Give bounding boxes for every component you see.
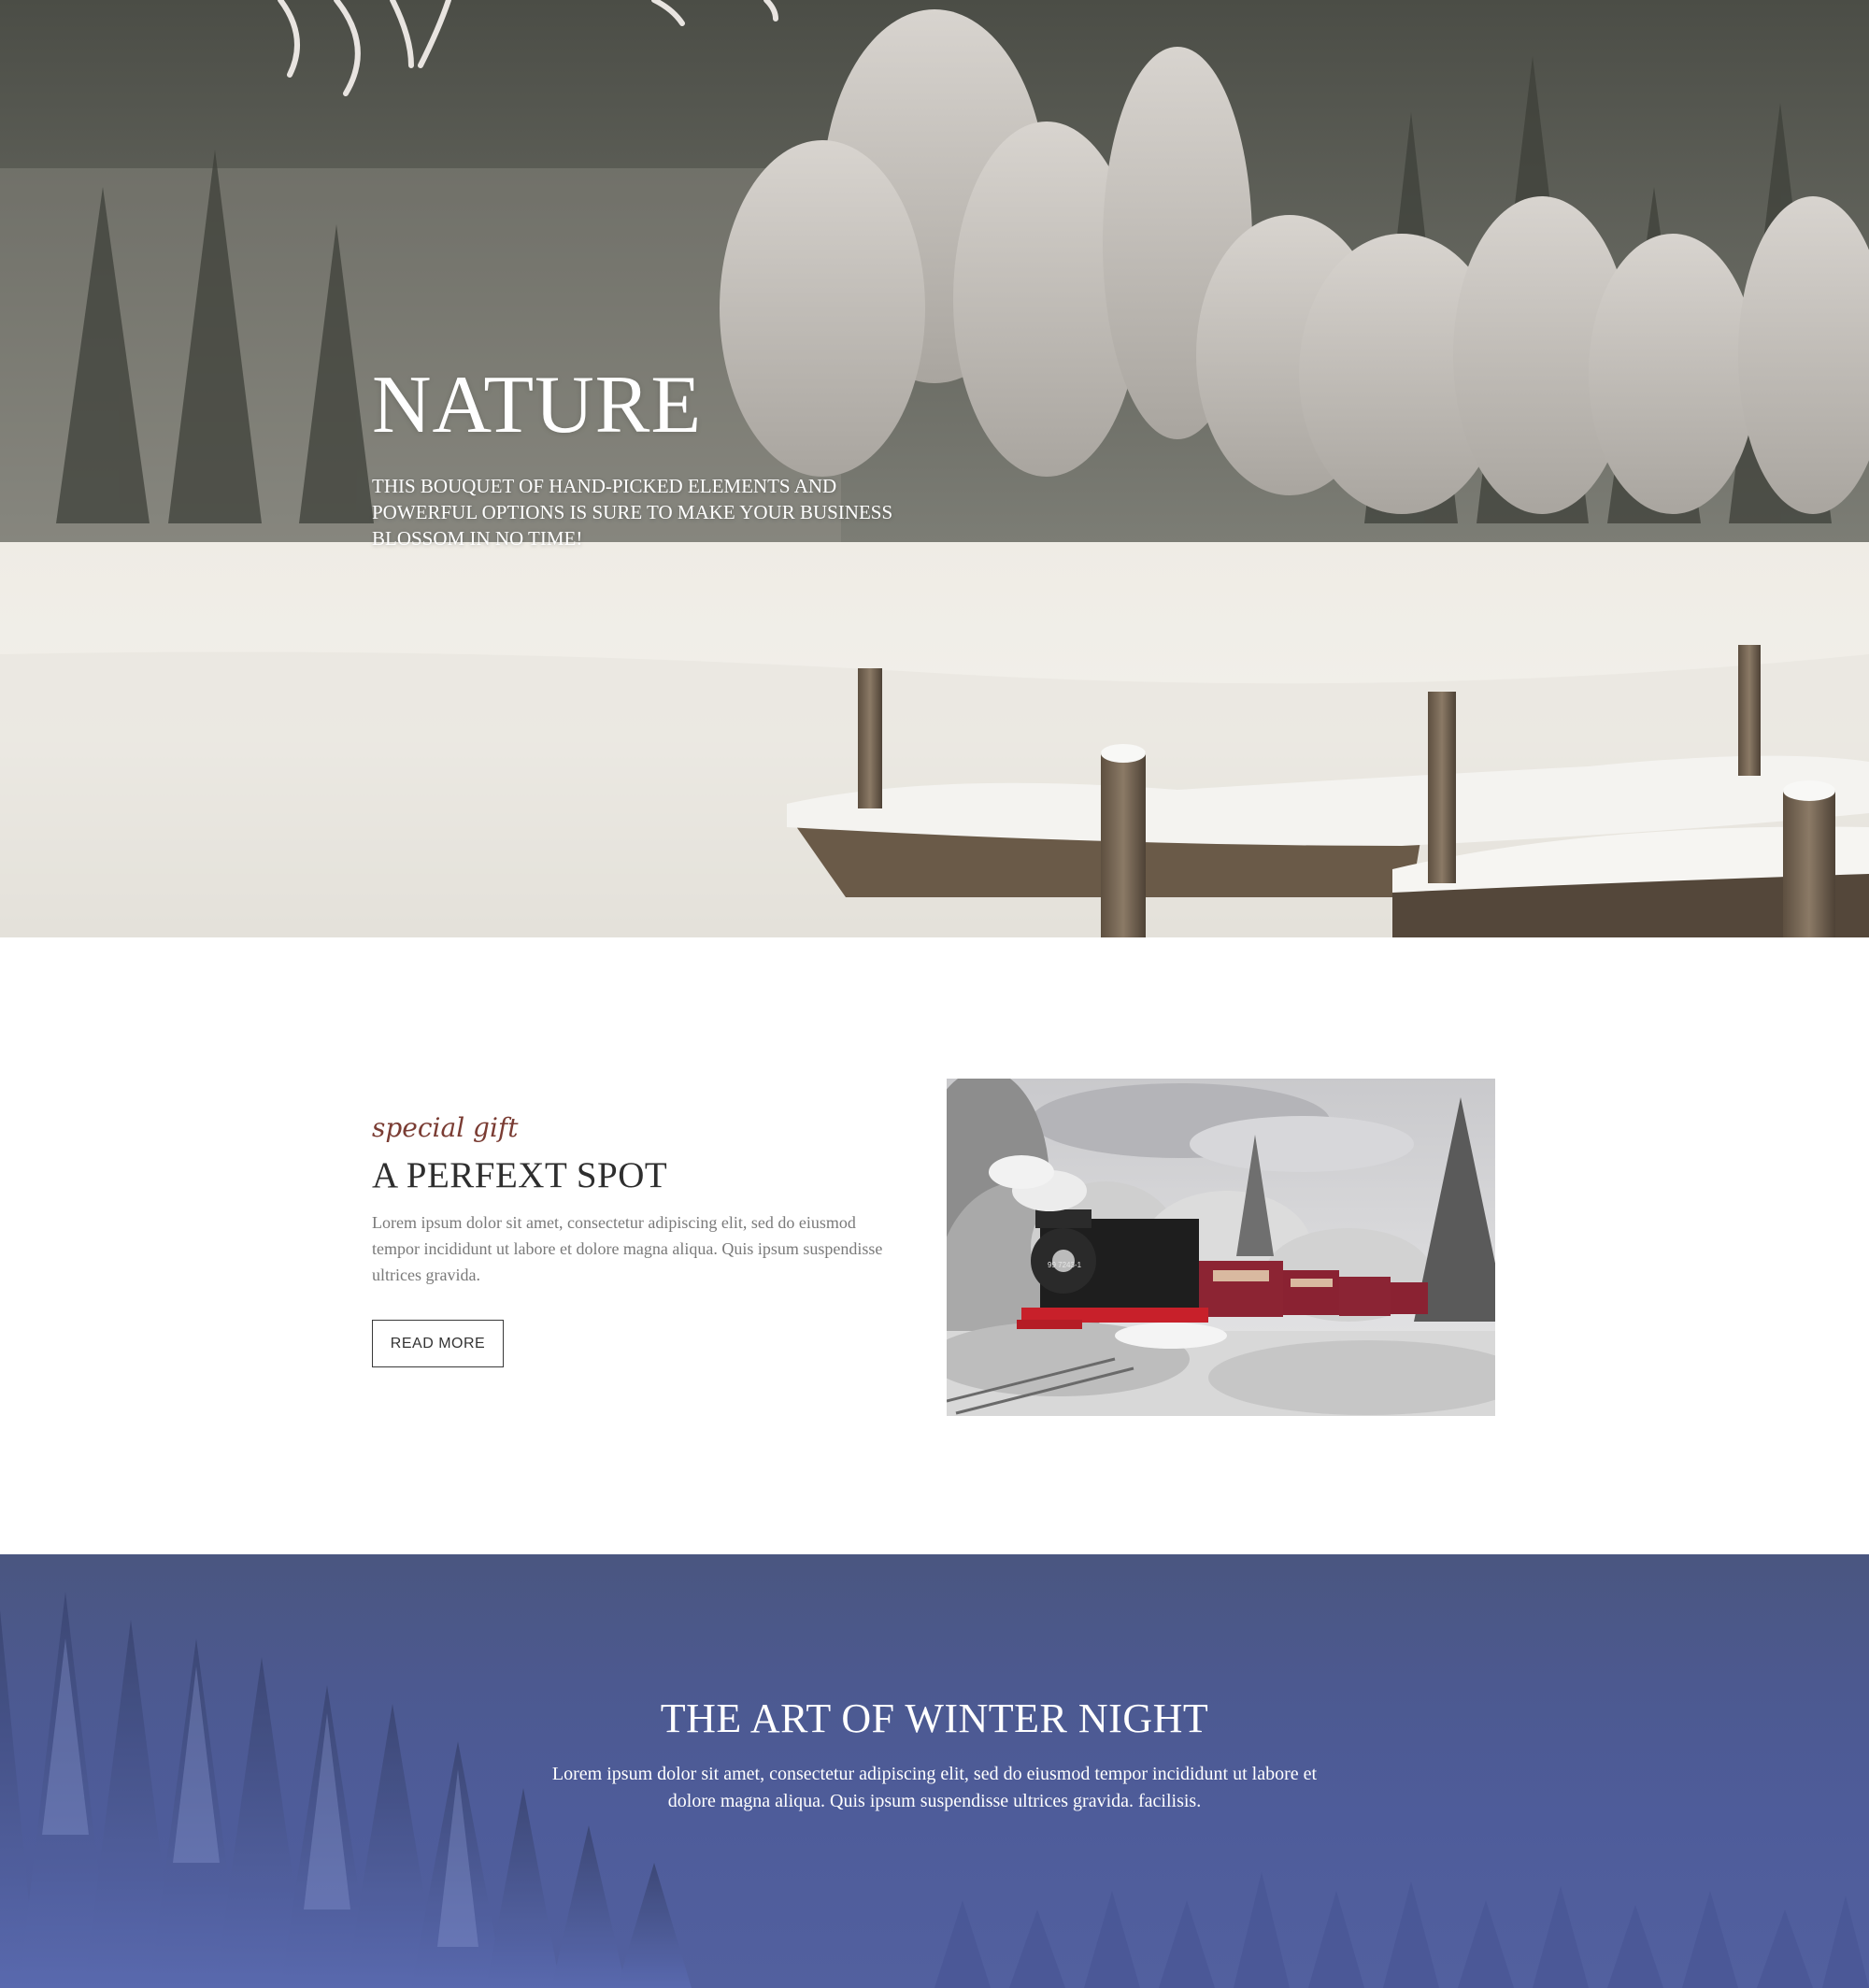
night-body: Lorem ipsum dolor sit amet, consectetur … (551, 1764, 1318, 1811)
hero-section: NATURE THIS BOUQUET OF HAND-PICKED ELEME… (0, 0, 1869, 937)
feature-train-image: 99 7243-1 (947, 1079, 1495, 1416)
night-title: THE ART OF WINTER NIGHT (660, 1695, 1209, 1741)
feature-title: A PERFEXT SPOT (372, 1155, 668, 1195)
winter-night-section: THE ART OF WINTER NIGHT Lorem ipsum dolo… (0, 1554, 1869, 1988)
hero-title: NATURE (372, 360, 703, 451)
hero-subtitle: THIS BOUQUET OF HAND-PICKED ELEMENTS AND… (372, 475, 893, 551)
hero-content: NATURE THIS BOUQUET OF HAND-PICKED ELEME… (372, 360, 933, 551)
feature-section: special gift A PERFEXT SPOT Lorem ipsum … (0, 937, 1869, 1554)
night-content: THE ART OF WINTER NIGHT Lorem ipsum dolo… (0, 1695, 1869, 1815)
feature-eyebrow: special gift (372, 1112, 519, 1143)
feature-text-block: special gift A PERFEXT SPOT Lorem ipsum … (372, 1115, 905, 1367)
read-more-button[interactable]: READ MORE (372, 1320, 504, 1367)
locomotive-number-plate: 99 7243-1 (1048, 1261, 1082, 1269)
feature-body: Lorem ipsum dolor sit amet, consectetur … (372, 1213, 883, 1284)
hero-background-image (0, 0, 1869, 937)
